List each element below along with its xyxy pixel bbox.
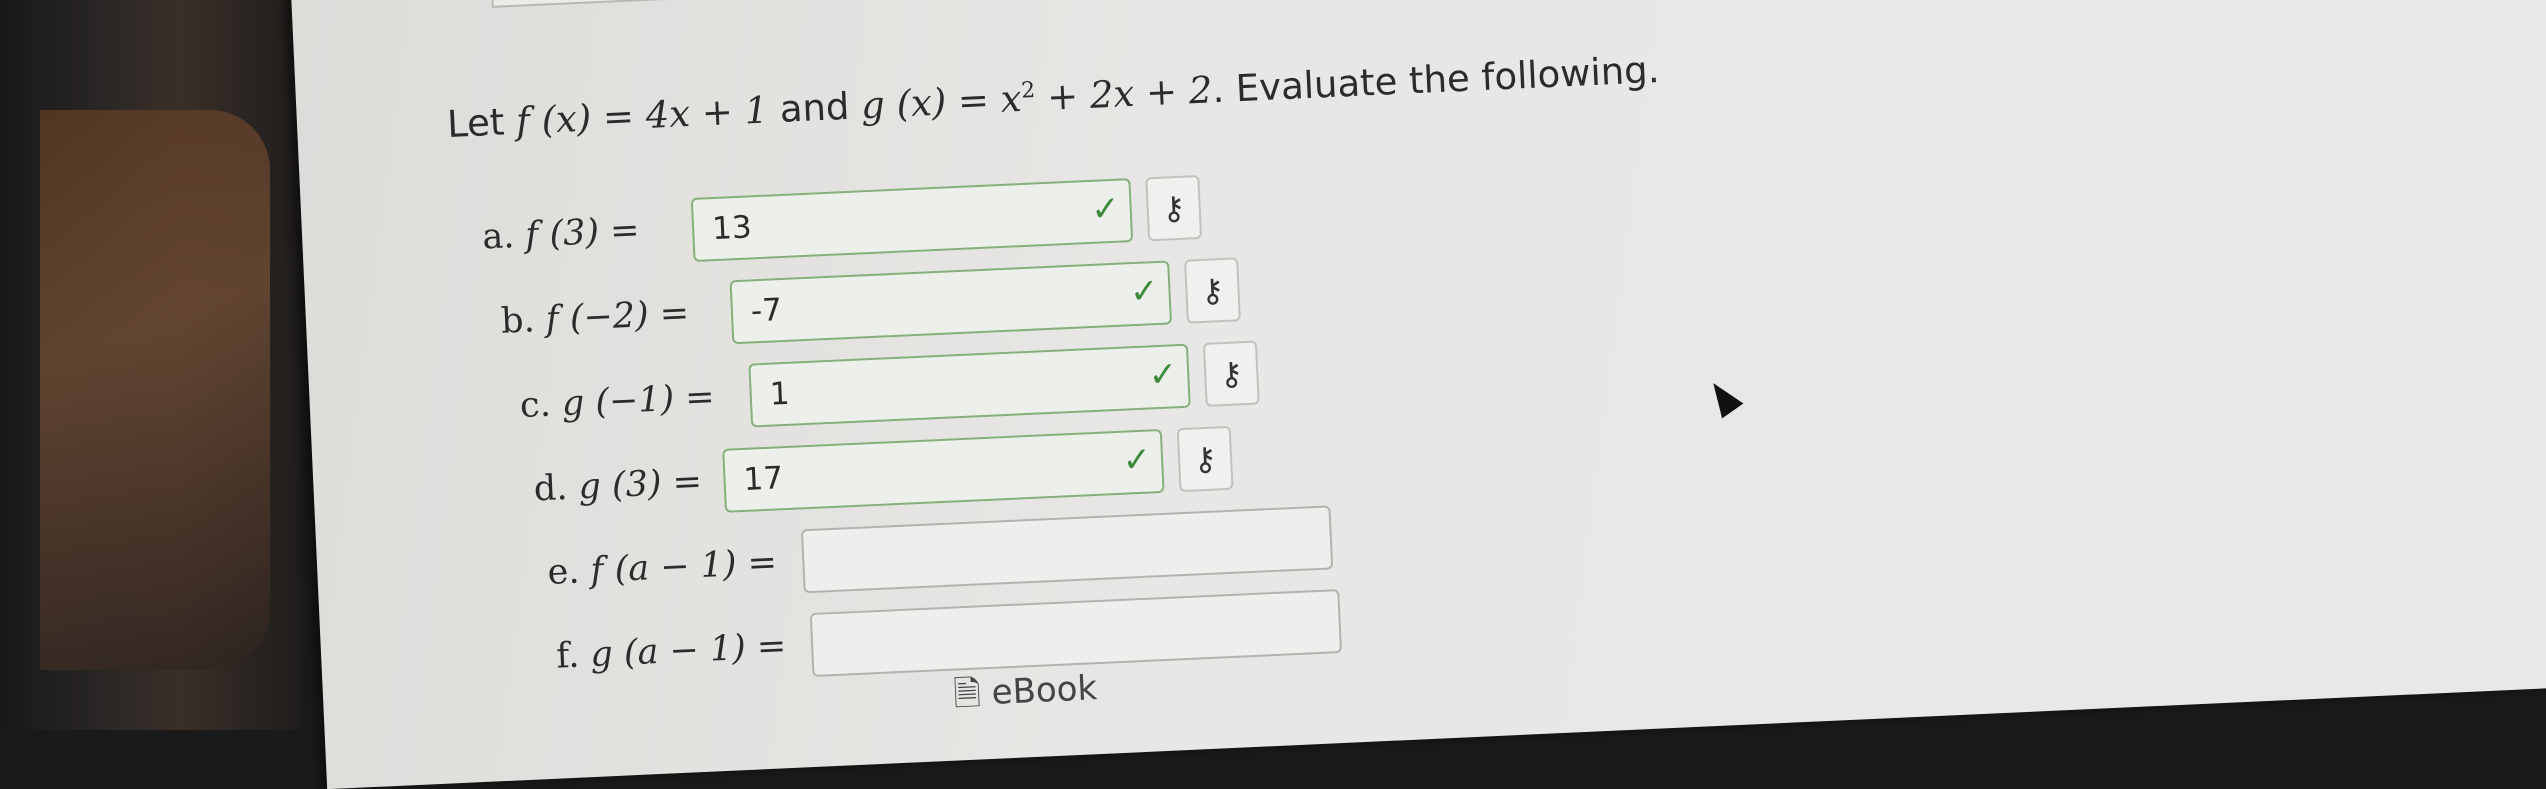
part-d-key-button[interactable]: ⚷ bbox=[1176, 425, 1234, 493]
g-definition-b: + 2x + 2 bbox=[1034, 68, 1214, 120]
part-c-answer-input[interactable]: 1 ✓ bbox=[748, 343, 1191, 428]
bezel-reflection bbox=[40, 110, 270, 670]
part-e-row: e. f (a − 1) = bbox=[546, 527, 779, 609]
part-a-key-button[interactable]: ⚷ bbox=[1145, 174, 1203, 242]
key-icon: ⚷ bbox=[1218, 354, 1244, 394]
part-b-row: b. f (−2) = bbox=[500, 277, 691, 357]
part-f-answer-input[interactable] bbox=[809, 589, 1343, 678]
document-icon: 🗎 bbox=[952, 673, 982, 715]
key-icon: ⚷ bbox=[1192, 439, 1218, 479]
key-icon: ⚷ bbox=[1161, 188, 1187, 228]
ebook-link[interactable]: 🗎 eBook bbox=[952, 664, 1098, 727]
part-c-expression: g (−1) = bbox=[560, 377, 716, 425]
part-b-answer-value: -7 bbox=[750, 292, 783, 330]
part-f-row: f. g (a − 1) = bbox=[555, 610, 788, 692]
part-b-letter: b. bbox=[500, 300, 536, 342]
part-d-answer-value: 17 bbox=[742, 460, 784, 498]
problem-and: and bbox=[767, 84, 863, 132]
g-definition-exponent: 2 bbox=[1020, 78, 1036, 104]
part-e-expression: f (a − 1) = bbox=[589, 542, 778, 591]
question-panel: Let f (x) = 4x + 1 and g (x) = x2 + 2x +… bbox=[290, 0, 2546, 789]
part-b-expression: f (−2) = bbox=[544, 293, 690, 340]
key-icon: ⚷ bbox=[1199, 270, 1226, 310]
g-definition-a: g (x) = x bbox=[860, 76, 1023, 128]
part-e-letter: e. bbox=[546, 551, 581, 593]
part-d-answer-input[interactable]: 17 ✓ bbox=[722, 428, 1165, 513]
part-a-expression: f (3) = bbox=[524, 210, 641, 256]
check-icon: ✓ bbox=[1147, 354, 1179, 396]
check-icon: ✓ bbox=[1090, 188, 1121, 230]
check-icon: ✓ bbox=[1121, 439, 1152, 481]
part-c-key-button[interactable]: ⚷ bbox=[1202, 340, 1260, 407]
part-f-expression: g (a − 1) = bbox=[589, 626, 788, 676]
previous-question-box bbox=[489, 0, 936, 8]
problem-prefix: Let bbox=[446, 99, 518, 147]
part-d-row: d. g (3) = bbox=[532, 446, 703, 526]
f-definition: f (x) = 4x + 1 bbox=[515, 88, 770, 143]
part-d-letter: d. bbox=[532, 467, 569, 510]
part-c-answer-value: 1 bbox=[768, 375, 791, 413]
part-e-answer-input[interactable] bbox=[800, 505, 1334, 594]
part-b-answer-input[interactable]: -7 ✓ bbox=[729, 260, 1172, 345]
problem-statement: Let f (x) = 4x + 1 and g (x) = x2 + 2x +… bbox=[446, 48, 1660, 146]
part-c-letter: c. bbox=[519, 384, 552, 426]
part-d-expression: g (3) = bbox=[577, 461, 703, 508]
problem-suffix: . Evaluate the following. bbox=[1211, 48, 1661, 112]
part-c-row: c. g (−1) = bbox=[518, 361, 716, 442]
part-a-letter: a. bbox=[481, 216, 516, 258]
part-a-answer-input[interactable]: 13 ✓ bbox=[690, 178, 1134, 262]
part-f-letter: f. bbox=[555, 635, 581, 677]
part-b-key-button[interactable]: ⚷ bbox=[1184, 257, 1241, 324]
ebook-label: eBook bbox=[990, 668, 1099, 713]
part-a-row: a. f (3) = bbox=[481, 194, 641, 273]
part-a-answer-value: 13 bbox=[711, 209, 753, 248]
check-icon: ✓ bbox=[1129, 270, 1160, 313]
